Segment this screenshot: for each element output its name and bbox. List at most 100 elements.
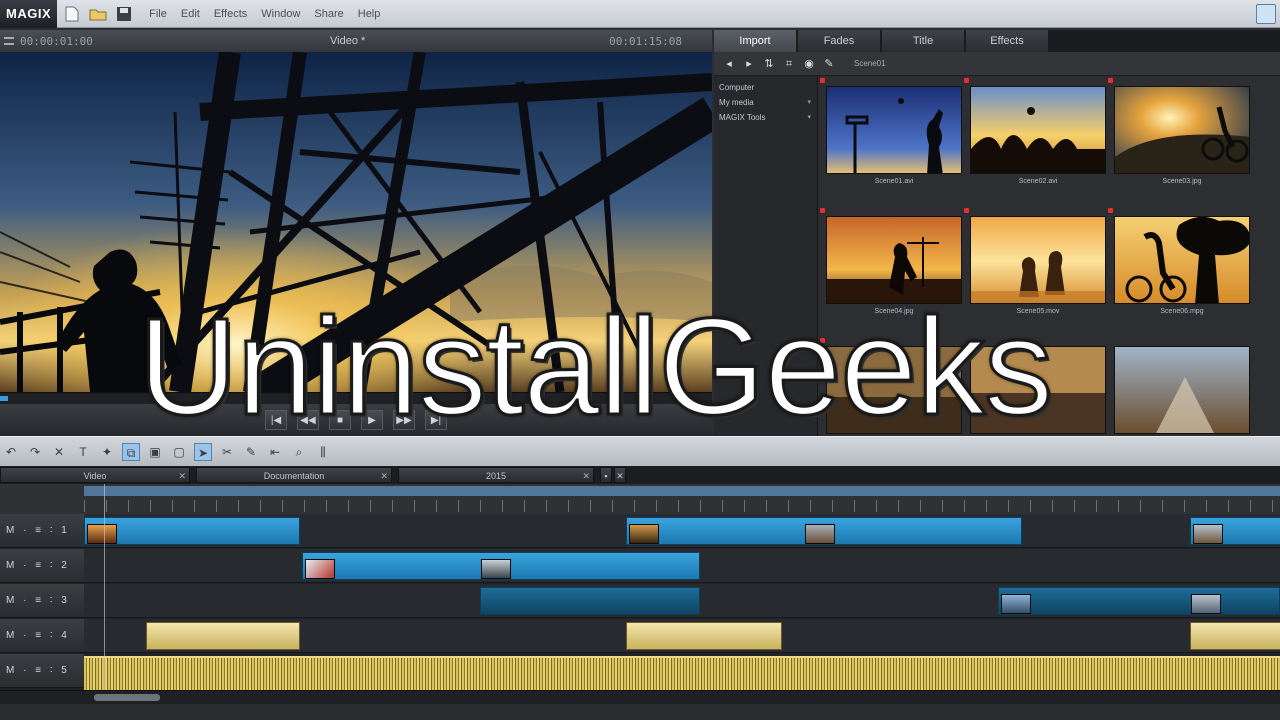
title-clip[interactable] (146, 622, 300, 650)
track-lane-4[interactable] (84, 619, 1280, 653)
delete-icon[interactable]: ✕ (50, 443, 68, 461)
media-pool-tabs: Import Fades Title Effects (714, 30, 1280, 52)
media-thumbnail[interactable] (1114, 86, 1250, 174)
thumbnail-label: Scene03.jpg (1162, 178, 1202, 185)
tree-item-label: MAGIX Tools (719, 113, 766, 122)
marker-icon (1108, 78, 1113, 83)
clip-thumbnail (805, 524, 835, 544)
sort-icon[interactable]: ⇅ (762, 57, 776, 71)
tab-video[interactable]: Video ✕ (0, 467, 190, 483)
menubar: MAGIX File Edit Effects Window Share Hel… (0, 0, 1280, 28)
tab-title[interactable]: Title (882, 30, 964, 52)
status-bar (0, 704, 1280, 720)
cut-icon[interactable]: ✂ (218, 443, 236, 461)
title-clip[interactable] (1190, 622, 1280, 650)
tree-item-magix-tools[interactable]: MAGIX Tools ▾ (714, 110, 817, 125)
clip-thumbnail (305, 559, 335, 579)
effects-icon[interactable]: ✦ (98, 443, 116, 461)
open-folder-icon[interactable] (87, 3, 109, 25)
track-header-1[interactable]: M · ≡ ∶ 1 (0, 514, 84, 548)
chevron-down-icon[interactable]: ▾ (807, 98, 811, 107)
media-thumbnail[interactable] (1114, 216, 1250, 304)
tree-item-computer[interactable]: Computer (714, 80, 817, 95)
save-icon[interactable] (113, 3, 135, 25)
thumbnail-label: Scene06.mpg (1160, 308, 1204, 315)
range-band[interactable] (84, 486, 1280, 496)
video-clip[interactable] (480, 587, 700, 615)
forward-icon[interactable]: ▸ (742, 57, 756, 71)
pointer-icon[interactable]: ➤ (194, 442, 212, 461)
video-clip[interactable] (998, 587, 1280, 615)
watermark-text: UninstallGeeks (136, 290, 1054, 444)
track-header-5[interactable]: M · ≡ ∶ 5 (0, 654, 84, 688)
timeline-ruler[interactable] (0, 484, 1280, 514)
video-clip[interactable] (84, 517, 300, 545)
group-icon[interactable]: ▣ (146, 443, 164, 461)
tab-fades[interactable]: Fades (798, 30, 880, 52)
zoom-icon[interactable]: ⌕ (290, 443, 308, 461)
close-icon[interactable]: ✕ (582, 468, 590, 484)
media-thumbnail[interactable] (1114, 346, 1250, 434)
scrollbar-thumb[interactable] (94, 694, 160, 701)
menu-help[interactable]: Help (358, 8, 381, 20)
media-thumbnail[interactable] (970, 86, 1106, 174)
chevron-down-icon[interactable]: ▾ (807, 113, 811, 122)
track-header-2[interactable]: M · ≡ ∶ 2 (0, 549, 84, 583)
tab-2015[interactable]: 2015 ✕ (398, 467, 594, 483)
track-lane-1[interactable] (84, 514, 1280, 548)
timeline-tracks: M · ≡ ∶ 1 M · ≡ ∶ 2 M · ≡ ∶ 3 M · ≡ ∶ 4 … (0, 514, 1280, 690)
track-header-3[interactable]: M · ≡ ∶ 3 (0, 584, 84, 618)
binoculars-icon[interactable]: ⌗ (782, 57, 796, 71)
menu-icon[interactable] (4, 37, 14, 45)
video-clip[interactable] (302, 552, 700, 580)
playhead[interactable] (104, 484, 105, 690)
window-mode-icon[interactable] (1256, 4, 1276, 24)
record-icon[interactable]: ◉ (802, 57, 816, 71)
tab-label: Video (83, 471, 107, 481)
title-clip[interactable] (626, 622, 782, 650)
trim-icon[interactable]: ⇤ (266, 443, 284, 461)
video-clip[interactable] (626, 517, 1022, 545)
redo-icon[interactable]: ↷ (26, 443, 44, 461)
marker-icon (964, 78, 969, 83)
menu-file[interactable]: File (149, 8, 167, 20)
timecode-duration: 00:01:15:08 (609, 34, 682, 48)
split-icon[interactable]: ⫼ (314, 443, 332, 461)
tab-documentation[interactable]: Documentation ✕ (196, 467, 392, 483)
media-thumbnail[interactable] (826, 86, 962, 174)
video-clip[interactable] (1190, 517, 1280, 545)
tab-effects[interactable]: Effects (966, 30, 1048, 52)
back-icon[interactable]: ◂ (722, 57, 736, 71)
undo-icon[interactable]: ↶ (2, 443, 20, 461)
timeline-scrollbar[interactable] (0, 690, 1280, 704)
menu-share[interactable]: Share (314, 8, 343, 20)
snap-icon[interactable]: ⧉ (122, 442, 140, 461)
close-icon[interactable]: ✕ (380, 468, 388, 484)
media-pool-toolbar: ◂ ▸ ⇅ ⌗ ◉ ✎ Scene01 (714, 52, 1280, 76)
draw-icon[interactable]: ✎ (242, 443, 260, 461)
text-icon[interactable]: T (74, 443, 92, 461)
thumbnail-label: Scene02.avi (1018, 178, 1058, 185)
scrubber-progress (0, 396, 8, 401)
tab-expand-icon[interactable]: ▪ (600, 467, 612, 483)
menu-edit[interactable]: Edit (181, 8, 200, 20)
ungroup-icon[interactable]: ▢ (170, 443, 188, 461)
menu-effects[interactable]: Effects (214, 8, 247, 20)
tree-item-my-media[interactable]: My media ▾ (714, 95, 817, 110)
tab-import[interactable]: Import (714, 30, 796, 52)
menu-window[interactable]: Window (261, 8, 300, 20)
tools-icon[interactable]: ✎ (822, 57, 836, 71)
tab-close-all-icon[interactable]: ✕ (614, 467, 626, 483)
track-lane-3[interactable] (84, 584, 1280, 618)
clip-thumbnail (481, 559, 511, 579)
timecode-position: 00:00:01:00 (20, 34, 93, 48)
clip-thumbnail (87, 524, 117, 544)
timeline-tabs: Video ✕ Documentation ✕ 2015 ✕ ▪ ✕ (0, 466, 1280, 484)
track-lane-2[interactable] (84, 549, 1280, 583)
audio-waveform-clip[interactable] (84, 656, 1280, 690)
folder-path: Scene01 (854, 59, 886, 68)
new-file-icon[interactable] (61, 3, 83, 25)
track-header-4[interactable]: M · ≡ ∶ 4 (0, 619, 84, 653)
close-icon[interactable]: ✕ (178, 468, 186, 484)
tab-label: Documentation (263, 471, 325, 481)
